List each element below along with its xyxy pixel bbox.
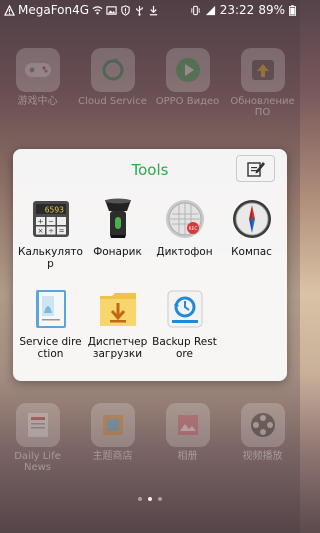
home-app-oppo-video[interactable]: OPPO Видео: [150, 48, 225, 118]
folder-panel: Tools 6593 + − × ÷ = Калькулятор Фонарик…: [13, 149, 287, 381]
home-app-software-update[interactable]: Обновление ПО: [225, 48, 300, 118]
app-download-manager[interactable]: Диспетчер загрузки: [84, 287, 151, 377]
app-label: Backup Restore: [152, 336, 217, 360]
page-dot: [158, 497, 162, 501]
battery-percent: 89%: [258, 3, 285, 17]
news-icon: [15, 403, 60, 447]
page-dot-active: [148, 497, 152, 501]
svg-text:−: −: [48, 218, 54, 226]
home-app-theme-store[interactable]: 主题商店: [75, 403, 150, 473]
app-label: Диктофон: [156, 246, 213, 258]
home-app-label: Daily Life News: [14, 451, 61, 473]
warning-icon: [4, 4, 15, 16]
app-voice-recorder[interactable]: REC Диктофон: [151, 197, 218, 287]
video-player-icon: [240, 403, 285, 447]
svg-text:=: =: [58, 227, 64, 235]
status-bar: MegaFon4G 23:22 89%: [0, 0, 300, 20]
flashlight-icon: [96, 197, 140, 241]
oppo-video-icon: [165, 48, 210, 92]
app-label: Компас: [231, 246, 272, 258]
game-controller-icon: [15, 48, 60, 92]
folder-app-grid: 6593 + − × ÷ = Калькулятор Фонарик REC Д…: [17, 197, 285, 377]
home-app-label: 视频播放: [242, 451, 283, 462]
home-app-video-player[interactable]: 视频播放: [225, 403, 300, 473]
clock: 23:22: [219, 3, 255, 17]
compass-icon: [230, 197, 274, 241]
svg-text:6593: 6593: [44, 206, 63, 215]
carrier-name: MegaFon4G: [18, 3, 90, 17]
app-label: Диспетчер загрузки: [87, 336, 148, 360]
page-dot: [138, 497, 142, 501]
download-manager-icon: [96, 287, 140, 331]
home-app-label: Cloud Service: [78, 96, 147, 107]
app-flashlight[interactable]: Фонарик: [84, 197, 151, 287]
app-label: Service direction: [19, 336, 82, 360]
svg-text:REC: REC: [188, 226, 197, 232]
app-service-direction[interactable]: Service direction: [17, 287, 84, 377]
home-row-top: 游戏中心 Cloud Service OPPO Видео Обновление…: [0, 48, 300, 118]
vibrate-icon: [191, 5, 200, 15]
home-row-bottom: Daily Life News 主题商店 相册 视频播放: [0, 403, 300, 473]
usb-icon: [136, 5, 143, 16]
software-update-icon: [240, 48, 285, 92]
home-app-gallery[interactable]: 相册: [150, 403, 225, 473]
home-app-cloud-service[interactable]: Cloud Service: [75, 48, 150, 118]
folder-app-row: Service direction Диспетчер загрузки Bac…: [17, 287, 285, 377]
home-app-label: Обновление ПО: [230, 96, 295, 118]
calculator-icon: 6593 + − × ÷ =: [29, 197, 73, 241]
home-app-game-center[interactable]: 游戏中心: [0, 48, 75, 118]
signal-icon: [205, 5, 215, 15]
theme-store-icon: [90, 403, 135, 447]
backup-restore-icon: [163, 287, 207, 331]
service-direction-icon: [29, 287, 73, 331]
app-calculator[interactable]: 6593 + − × ÷ = Калькулятор: [17, 197, 84, 287]
app-backup-restore[interactable]: Backup Restore: [151, 287, 218, 377]
folder-edit-button[interactable]: [236, 155, 275, 182]
page-indicator: [0, 497, 300, 501]
voice-recorder-icon: REC: [163, 197, 207, 241]
cloud-service-icon: [90, 48, 135, 92]
image-notification-icon: [106, 5, 117, 15]
folder-app-row: 6593 + − × ÷ = Калькулятор Фонарик REC Д…: [17, 197, 285, 287]
battery-icon: [289, 4, 296, 16]
home-app-news[interactable]: Daily Life News: [0, 403, 75, 473]
svg-text:÷: ÷: [48, 227, 54, 235]
gallery-icon: [165, 403, 210, 447]
home-app-label: OPPO Видео: [155, 96, 220, 107]
download-icon: [149, 5, 158, 15]
home-app-label: 游戏中心: [17, 96, 58, 107]
shield-icon: [121, 4, 130, 16]
app-compass[interactable]: Компас: [218, 197, 285, 287]
home-app-label: 相册: [177, 451, 198, 462]
home-app-label: 主题商店: [92, 451, 133, 462]
app-label: Фонарик: [93, 246, 142, 258]
svg-text:×: ×: [37, 227, 43, 235]
edit-icon: [246, 161, 265, 177]
wifi-icon: [92, 5, 103, 14]
svg-text:+: +: [37, 218, 43, 226]
app-label: Калькулятор: [18, 246, 83, 270]
